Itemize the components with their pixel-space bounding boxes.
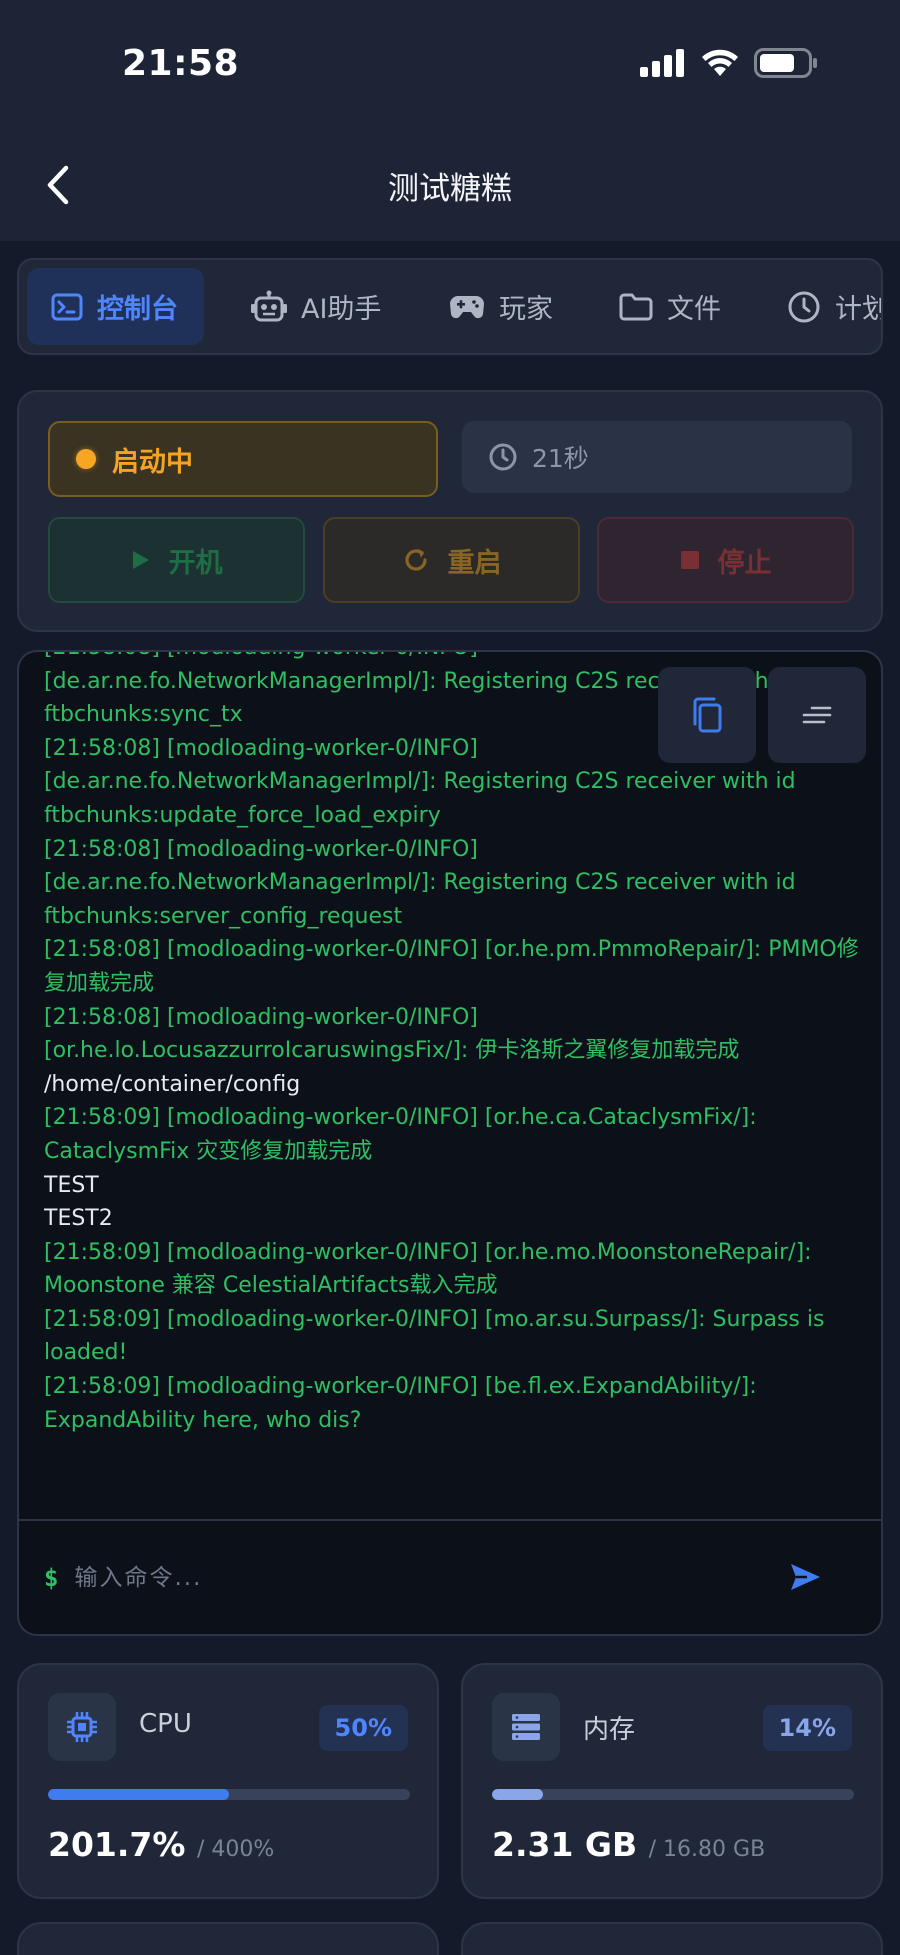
log-line: [21:58:08] [modloading-worker-0/INFO] [o…	[44, 937, 859, 996]
tab-files[interactable]: 文件	[619, 268, 721, 345]
memory-progress-bar	[492, 1789, 854, 1800]
restart-button[interactable]: 重启	[323, 517, 580, 603]
command-input[interactable]	[74, 1564, 755, 1591]
log-line: TEST2	[44, 1206, 113, 1232]
log-line: [21:58:08] [modloading-worker-0/INFO] [d…	[44, 836, 803, 929]
header: 21:58 测试糖糕	[0, 0, 900, 242]
clock-icon	[788, 291, 820, 322]
cellular-signal-icon	[640, 49, 684, 77]
cpu-chip-icon	[48, 1693, 116, 1761]
terminal-icon	[51, 293, 83, 320]
stat-card-partial	[461, 1922, 883, 1955]
memory-total: / 16.80 GB	[648, 1837, 766, 1862]
refresh-icon	[404, 549, 427, 571]
cpu-total: / 400%	[196, 1837, 275, 1862]
robot-icon	[251, 290, 287, 321]
prompt-symbol: $	[44, 1563, 59, 1592]
cpu-progress-fill	[48, 1789, 229, 1800]
memory-current: 2.31 GB	[492, 1825, 638, 1864]
cpu-value: 201.7% / 400%	[48, 1825, 274, 1864]
play-icon	[132, 551, 149, 569]
folder-icon	[619, 293, 653, 320]
status-dot-icon	[76, 449, 96, 469]
status-time: 21:58	[122, 43, 240, 84]
server-status-text: 启动中	[112, 446, 193, 478]
lines-icon	[802, 706, 832, 724]
memory-percent-badge: 14%	[762, 1705, 852, 1751]
tab-console[interactable]: 控制台	[27, 268, 204, 345]
cpu-stat-card: CPU 50% 201.7% / 400%	[17, 1663, 439, 1899]
command-bar: $	[19, 1519, 881, 1634]
log-line: [21:58:09] [modloading-worker-0/INFO] [m…	[44, 1306, 832, 1366]
page-title: 测试糖糕	[388, 171, 512, 207]
log-line: [21:58:09] [modloading-worker-0/INFO] [b…	[44, 1374, 764, 1433]
stop-button[interactable]: 停止	[597, 517, 854, 603]
tab-ai-assistant[interactable]: AI助手	[251, 268, 381, 345]
memory-value: 2.31 GB / 16.80 GB	[492, 1825, 765, 1864]
gamepad-icon	[450, 295, 484, 318]
stop-button-label: 停止	[717, 547, 772, 579]
restart-button-label: 重启	[447, 547, 502, 579]
status-icons	[640, 48, 818, 78]
console-tools	[658, 667, 866, 763]
log-line: /home/container/config	[44, 1071, 301, 1097]
tab-label: 文件	[667, 294, 721, 325]
server-status-badge: 启动中	[48, 421, 438, 497]
log-line: [21:58:08] [modloading-worker-0/INFO] [o…	[44, 1004, 740, 1064]
copy-log-button[interactable]	[658, 667, 756, 763]
log-line: [21:58:09] [modloading-worker-0/INFO] [o…	[44, 1105, 764, 1164]
start-button-label: 开机	[168, 547, 223, 579]
uptime-display: 21秒	[462, 421, 852, 493]
tab-schedule[interactable]: 计划	[787, 268, 881, 345]
uptime-text: 21秒	[532, 444, 589, 473]
clear-log-button[interactable]	[768, 667, 866, 763]
memory-label: 内存	[583, 1715, 636, 1745]
copy-icon	[693, 697, 722, 733]
wifi-icon	[702, 49, 738, 76]
console-log[interactable]: [21:58:08] [modloading-worker-0/INFO] [d…	[44, 652, 864, 1520]
memory-progress-fill	[492, 1789, 543, 1800]
stat-card-partial	[17, 1922, 439, 1955]
cpu-progress-bar	[48, 1789, 410, 1800]
cpu-label: CPU	[139, 1709, 192, 1739]
console-panel: [21:58:08] [modloading-worker-0/INFO] [d…	[17, 650, 883, 1636]
app-root: 21:58 测试糖糕 控制台 AI助手 玩家 文件 计 启动中 21秒 开机 重…	[0, 0, 900, 1955]
memory-stat-card: 内存 14% 2.31 GB / 16.80 GB	[461, 1663, 883, 1899]
cpu-percent-badge: 50%	[318, 1705, 408, 1751]
stop-icon	[680, 551, 699, 569]
clock-icon	[489, 443, 517, 471]
memory-stack-icon	[492, 1693, 560, 1761]
tab-bar: 控制台 AI助手 玩家 文件 计	[17, 258, 883, 355]
tab-label: 计划	[835, 294, 881, 325]
tab-label: AI助手	[301, 294, 382, 325]
console-log-lines: [21:58:08] [modloading-worker-0/INFO] [d…	[44, 652, 864, 1437]
tab-label: 控制台	[97, 294, 178, 325]
start-button[interactable]: 开机	[48, 517, 305, 603]
cpu-current: 201.7%	[48, 1825, 186, 1864]
log-line: [21:58:09] [modloading-worker-0/INFO] [o…	[44, 1239, 819, 1299]
send-icon[interactable]	[787, 1559, 823, 1595]
log-line: TEST	[44, 1172, 99, 1198]
tab-players[interactable]: 玩家	[449, 268, 553, 345]
battery-icon	[754, 48, 817, 78]
tab-label: 玩家	[499, 294, 553, 325]
server-control-panel: 启动中 21秒 开机 重启 停止	[17, 390, 883, 632]
